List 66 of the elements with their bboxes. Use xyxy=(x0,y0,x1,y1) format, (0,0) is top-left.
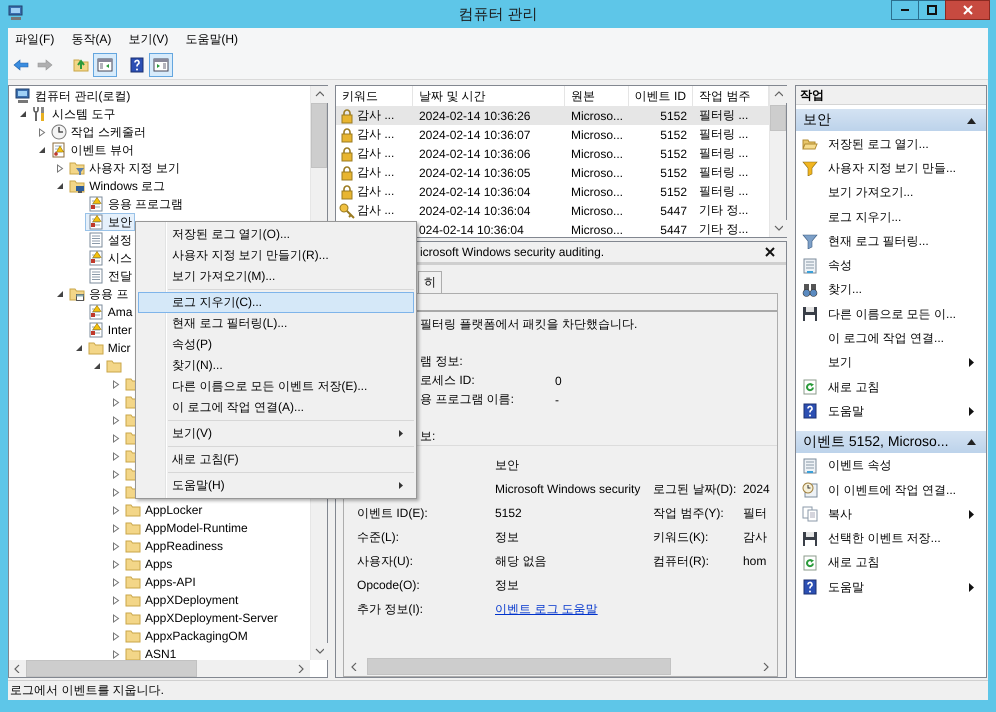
section-title: 이벤트 5152, Microso... xyxy=(803,432,948,451)
table-cell: 기타 정... xyxy=(699,222,748,236)
table-cell: 2024-02-14 10:36:06 xyxy=(419,146,530,160)
description-value: 0 xyxy=(555,374,563,388)
field-value: 필터 xyxy=(743,504,768,522)
status-text: 로그에서 이벤트를 지웁니다. xyxy=(10,682,164,699)
section-title: 보안 xyxy=(803,111,831,129)
table-cell: 5447 xyxy=(660,222,687,236)
table-cell: Microso... xyxy=(571,108,624,122)
table-cell: Microso... xyxy=(571,166,624,180)
table-cell: 감사 ... xyxy=(357,202,394,219)
table-cell: 감사 ... xyxy=(357,107,394,124)
description-text: 용 프로그램 이름: xyxy=(420,391,516,408)
field-value: hom xyxy=(743,554,768,568)
description-value: - xyxy=(555,392,560,406)
table-cell: Microso... xyxy=(571,184,624,198)
table-cell: 024-02-14 10:36:04 xyxy=(419,222,524,236)
table-cell: Microso... xyxy=(571,204,624,218)
table-cell: 2024-02-14 10:36:07 xyxy=(419,128,530,142)
table-cell: 감사 ... xyxy=(357,145,394,162)
field-value: 2024 xyxy=(743,482,771,496)
field-label: Opcode(O): xyxy=(357,578,421,592)
table-cell: 5447 xyxy=(660,204,687,218)
field-label: 컴퓨터(R): xyxy=(653,552,710,570)
table-cell: 필터링 ... xyxy=(699,127,748,141)
table-cell: 2024-02-14 10:36:04 xyxy=(419,184,530,198)
description-text: 로세스 ID: xyxy=(420,372,476,389)
table-cell: 5152 xyxy=(660,166,687,180)
field-label: 이벤트 ID(E): xyxy=(357,504,429,522)
window-title: 컴퓨터 관리 xyxy=(458,4,538,24)
field-value: Microsoft Windows security xyxy=(495,482,642,496)
panel-title: icrosoft Windows security auditing. xyxy=(420,245,606,259)
field-label: 사용자(U): xyxy=(357,552,414,570)
description-text: 보: xyxy=(420,428,436,445)
description-text: 램 정보: xyxy=(420,353,464,370)
field-label: 수준(L): xyxy=(357,528,400,546)
table-cell: 5152 xyxy=(660,108,687,122)
field-label: 키워드(K): xyxy=(653,528,710,546)
description-text: 필터링 플랫폼에서 패킷을 차단했습니다. xyxy=(420,316,638,333)
table-cell: 필터링 ... xyxy=(699,165,748,179)
table-cell: 2024-02-14 10:36:04 xyxy=(419,204,530,218)
table-cell: Microso... xyxy=(571,222,624,236)
table-cell: 2024-02-14 10:36:26 xyxy=(419,108,530,122)
table-cell: 5152 xyxy=(660,146,687,160)
field-value: 5152 xyxy=(495,506,523,520)
field-label: 추가 정보(I): xyxy=(357,600,424,618)
field-value: 정보 xyxy=(495,576,520,594)
panel-title: 작업 xyxy=(796,86,986,105)
table-cell: 감사 ... xyxy=(357,183,394,200)
field-value: 감사 xyxy=(743,528,768,546)
field-value: 보안 xyxy=(495,456,520,474)
field-label: 작업 범주(Y): xyxy=(653,504,725,522)
table-cell: 5152 xyxy=(660,128,687,142)
table-cell: 필터링 ... xyxy=(699,108,748,122)
field-value: 정보 xyxy=(495,528,520,546)
field-label: 로그된 날짜(D): xyxy=(653,480,738,498)
table-cell: Microso... xyxy=(571,128,624,142)
table-cell: 2024-02-14 10:36:05 xyxy=(419,166,530,180)
field-value: 해당 없음 xyxy=(495,552,548,570)
table-cell: 필터링 ... xyxy=(699,146,748,160)
table-cell: 필터링 ... xyxy=(699,184,748,198)
table-cell: 5152 xyxy=(660,184,687,198)
table-cell: 감사 ... xyxy=(357,126,394,143)
table-cell: 기타 정... xyxy=(699,203,748,217)
table-cell: 감사 ... xyxy=(357,164,394,181)
table-cell: Microso... xyxy=(571,146,624,160)
